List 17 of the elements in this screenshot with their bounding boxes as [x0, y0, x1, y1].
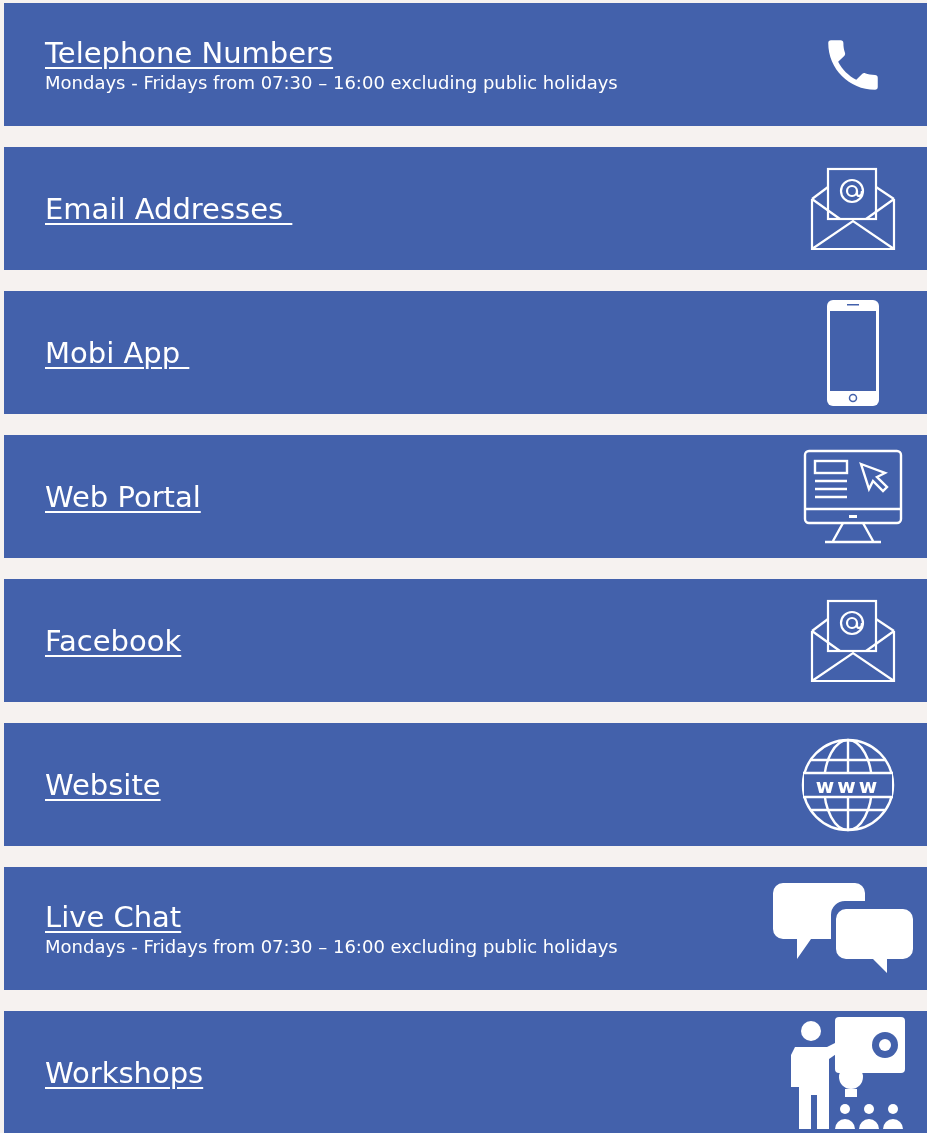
presenter-icon	[789, 1016, 907, 1129]
card-title-link[interactable]: Facebook	[45, 623, 182, 658]
card-title-link[interactable]: Telephone Numbers	[45, 36, 334, 70]
card-title-link[interactable]: Live Chat	[45, 900, 182, 934]
monitor-icon	[803, 448, 903, 545]
smartphone-icon	[826, 298, 880, 407]
card-title-link[interactable]: Web Portal	[45, 479, 201, 514]
card-title-link[interactable]: Mobi App	[45, 335, 190, 370]
card-title-link[interactable]: Email Addresses	[45, 191, 293, 226]
email-icon	[810, 598, 896, 683]
hours-text: Mondays - Fridays from 07:30 – 16:00 excluding public holidays	[45, 936, 618, 957]
card-title-link[interactable]: Workshops	[45, 1055, 204, 1090]
email-icon	[810, 166, 896, 251]
hours-text: Mondays - Fridays from 07:30 – 16:00 excluding public holidays	[45, 72, 618, 93]
card-title-link[interactable]: Website	[45, 767, 161, 802]
chat-bubbles-icon	[773, 882, 913, 975]
globe-icon: www	[801, 737, 895, 832]
